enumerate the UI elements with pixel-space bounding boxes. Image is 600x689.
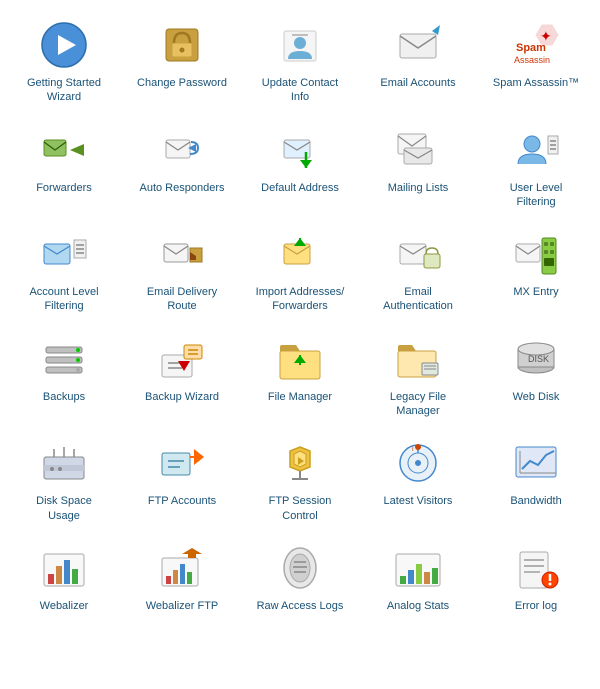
- backup-wizard-icon: [157, 334, 207, 384]
- import-icon: [275, 229, 325, 279]
- default-address-label: Default Address: [261, 181, 339, 195]
- webalizer-ftp-icon: [157, 543, 207, 593]
- webalizer-ftp-label: Webalizer FTP: [146, 599, 219, 613]
- grid-item-import-addresses-forwarders[interactable]: Import Addresses/ Forwarders: [241, 219, 359, 324]
- grid-item-file-manager[interactable]: File Manager: [241, 324, 359, 429]
- spam-icon: Spam Assassin ✦: [511, 20, 561, 70]
- icon-grid: Getting Started Wizard Change Password U…: [0, 0, 600, 643]
- forwarders-icon: [39, 125, 89, 175]
- account-filter-icon: [39, 229, 89, 279]
- disk-space-usage-label: Disk Space Usage: [19, 494, 109, 523]
- account-level-filtering-label: Account Level Filtering: [19, 285, 109, 314]
- grid-item-bandwidth[interactable]: Bandwidth: [477, 428, 595, 533]
- file-manager-label: File Manager: [268, 390, 332, 404]
- backups-label: Backups: [43, 390, 85, 404]
- mx-entry-label: MX Entry: [513, 285, 558, 299]
- change-password-label: Change Password: [137, 76, 227, 90]
- web-disk-label: Web Disk: [513, 390, 560, 404]
- error-log-icon: [511, 543, 561, 593]
- password-icon: [157, 20, 207, 70]
- grid-item-backup-wizard[interactable]: Backup Wizard: [123, 324, 241, 429]
- ftp-icon: [157, 438, 207, 488]
- grid-item-email-authentication[interactable]: Email Authentication: [359, 219, 477, 324]
- grid-item-webalizer[interactable]: Webalizer: [5, 533, 123, 633]
- raw-logs-icon: [275, 543, 325, 593]
- backup-wizard-label: Backup Wizard: [145, 390, 219, 404]
- email-delivery-route-label: Email Delivery Route: [137, 285, 227, 314]
- svg-text:✦: ✦: [540, 28, 552, 44]
- legacy-file-icon: [393, 334, 443, 384]
- grid-item-legacy-file-manager[interactable]: Legacy File Manager: [359, 324, 477, 429]
- backups-icon: [39, 334, 89, 384]
- forwarders-label: Forwarders: [36, 181, 92, 195]
- autoresponders-icon: [157, 125, 207, 175]
- bandwidth-label: Bandwidth: [510, 494, 561, 508]
- web-disk-icon: DISK: [511, 334, 561, 384]
- visitors-icon: i: [393, 438, 443, 488]
- grid-item-disk-space-usage[interactable]: Disk Space Usage: [5, 428, 123, 533]
- mailing-lists-icon: [393, 125, 443, 175]
- wizard-icon: [39, 20, 89, 70]
- email-accounts-label: Email Accounts: [380, 76, 455, 90]
- email-auth-icon: [393, 229, 443, 279]
- webalizer-icon: [39, 543, 89, 593]
- grid-item-forwarders[interactable]: Forwarders: [5, 115, 123, 220]
- contact-icon: [275, 20, 325, 70]
- grid-item-analog-stats[interactable]: Analog Stats: [359, 533, 477, 633]
- auto-responders-label: Auto Responders: [140, 181, 225, 195]
- svg-text:Assassin: Assassin: [514, 55, 550, 65]
- svg-text:DISK: DISK: [528, 354, 549, 364]
- grid-item-spam-assassin[interactable]: Spam Assassin ✦ Spam Assassin™: [477, 10, 595, 115]
- email-accounts-icon: [393, 20, 443, 70]
- grid-item-raw-access-logs[interactable]: Raw Access Logs: [241, 533, 359, 633]
- ftp-session-control-label: FTP Session Control: [255, 494, 345, 523]
- import-addresses-forwarders-label: Import Addresses/ Forwarders: [255, 285, 345, 314]
- grid-item-getting-started-wizard[interactable]: Getting Started Wizard: [5, 10, 123, 115]
- ftp-accounts-label: FTP Accounts: [148, 494, 216, 508]
- getting-started-wizard-label: Getting Started Wizard: [19, 76, 109, 105]
- spam-assassin-label: Spam Assassin™: [493, 76, 579, 90]
- grid-item-ftp-session-control[interactable]: FTP Session Control: [241, 428, 359, 533]
- user-filter-icon: [511, 125, 561, 175]
- grid-item-backups[interactable]: Backups: [5, 324, 123, 429]
- email-authentication-label: Email Authentication: [373, 285, 463, 314]
- grid-item-email-accounts[interactable]: Email Accounts: [359, 10, 477, 115]
- ftp-session-icon: [275, 438, 325, 488]
- delivery-icon: [157, 229, 207, 279]
- legacy-file-manager-label: Legacy File Manager: [373, 390, 463, 419]
- grid-item-email-delivery-route[interactable]: Email Delivery Route: [123, 219, 241, 324]
- grid-item-web-disk[interactable]: DISK Web Disk: [477, 324, 595, 429]
- webalizer-label: Webalizer: [40, 599, 89, 613]
- grid-item-ftp-accounts[interactable]: FTP Accounts: [123, 428, 241, 533]
- disk-space-icon: [39, 438, 89, 488]
- bandwidth-icon: [511, 438, 561, 488]
- mx-icon: [511, 229, 561, 279]
- analog-icon: [393, 543, 443, 593]
- update-contact-info-label: Update Contact Info: [255, 76, 345, 105]
- error-log-label: Error log: [515, 599, 557, 613]
- analog-stats-label: Analog Stats: [387, 599, 449, 613]
- grid-item-account-level-filtering[interactable]: Account Level Filtering: [5, 219, 123, 324]
- grid-item-latest-visitors[interactable]: i Latest Visitors: [359, 428, 477, 533]
- grid-item-change-password[interactable]: Change Password: [123, 10, 241, 115]
- grid-item-error-log[interactable]: Error log: [477, 533, 595, 633]
- grid-item-webalizer-ftp[interactable]: Webalizer FTP: [123, 533, 241, 633]
- latest-visitors-label: Latest Visitors: [384, 494, 453, 508]
- grid-item-update-contact-info[interactable]: Update Contact Info: [241, 10, 359, 115]
- default-address-icon: [275, 125, 325, 175]
- grid-item-auto-responders[interactable]: Auto Responders: [123, 115, 241, 220]
- file-manager-icon: [275, 334, 325, 384]
- user-level-filtering-label: User Level Filtering: [491, 181, 581, 210]
- raw-access-logs-label: Raw Access Logs: [257, 599, 344, 613]
- grid-item-mx-entry[interactable]: MX Entry: [477, 219, 595, 324]
- grid-item-user-level-filtering[interactable]: User Level Filtering: [477, 115, 595, 220]
- grid-item-mailing-lists[interactable]: Mailing Lists: [359, 115, 477, 220]
- mailing-lists-label: Mailing Lists: [388, 181, 449, 195]
- grid-item-default-address[interactable]: Default Address: [241, 115, 359, 220]
